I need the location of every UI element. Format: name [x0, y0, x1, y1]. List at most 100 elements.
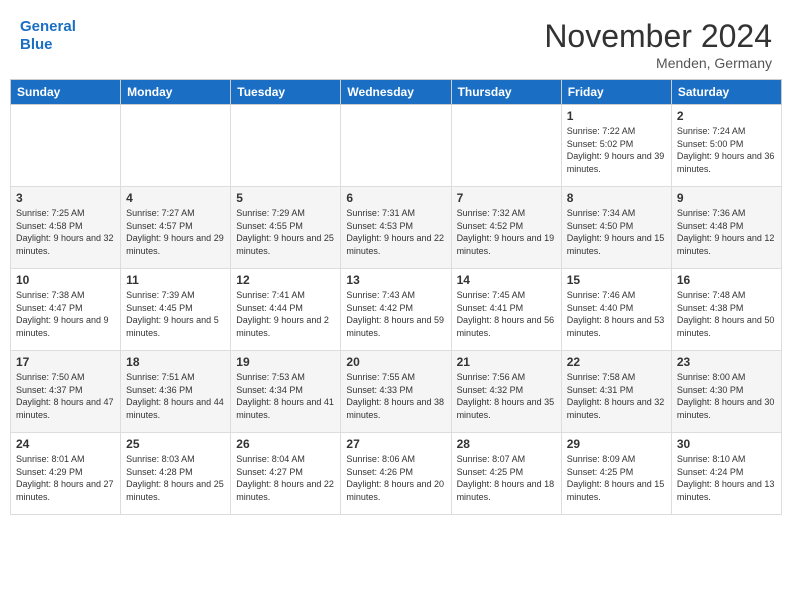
day-number: 5	[236, 191, 335, 205]
calendar-cell	[11, 105, 121, 187]
calendar-cell: 21 Sunrise: 7:56 AM Sunset: 4:32 PM Dayli…	[451, 351, 561, 433]
day-info: Sunrise: 8:00 AM Sunset: 4:30 PM Dayligh…	[677, 371, 776, 421]
calendar-cell: 11Sunrise: 7:39 AM Sunset: 4:45 PM Dayli…	[121, 269, 231, 351]
calendar-week-row: 24Sunrise: 8:01 AM Sunset: 4:29 PM Dayli…	[11, 433, 782, 515]
day-info: Sunrise: 7:41 AM Sunset: 4:44 PM Dayligh…	[236, 289, 335, 339]
day-info: Sunrise: 7:56 AM Sunset: 4:32 PM Dayligh…	[457, 371, 556, 421]
day-info: Sunrise: 7:43 AM Sunset: 4:42 PM Dayligh…	[346, 289, 445, 339]
day-number: 18	[126, 355, 225, 369]
day-info: Sunrise: 7:38 AM Sunset: 4:47 PM Dayligh…	[16, 289, 115, 339]
day-number: 19	[236, 355, 335, 369]
calendar-week-row: 17 Sunrise: 7:50 AM Sunset: 4:37 PM Dayli…	[11, 351, 782, 433]
col-tuesday: Tuesday	[231, 80, 341, 105]
calendar-cell: 18 Sunrise: 7:51 AM Sunset: 4:36 PM Dayli…	[121, 351, 231, 433]
day-number: 17	[16, 355, 115, 369]
calendar-cell: 2Sunrise: 7:24 AM Sunset: 5:00 PM Daylig…	[671, 105, 781, 187]
calendar-cell: 28 Sunrise: 8:07 AM Sunset: 4:25 PM Dayli…	[451, 433, 561, 515]
day-info: Sunrise: 8:09 AM Sunset: 4:25 PM Dayligh…	[567, 453, 666, 503]
day-info: Sunrise: 7:55 AM Sunset: 4:33 PM Dayligh…	[346, 371, 445, 421]
day-number: 13	[346, 273, 445, 287]
calendar-cell: 10 Sunrise: 7:38 AM Sunset: 4:47 PM Dayli…	[11, 269, 121, 351]
day-number: 15	[567, 273, 666, 287]
calendar-cell: 25 Sunrise: 8:03 AM Sunset: 4:28 PM Dayli…	[121, 433, 231, 515]
calendar-cell: 20Sunrise: 7:55 AM Sunset: 4:33 PM Dayli…	[341, 351, 451, 433]
calendar-cell: 16Sunrise: 7:48 AM Sunset: 4:38 PM Dayli…	[671, 269, 781, 351]
day-number: 23	[677, 355, 776, 369]
day-info: Sunrise: 8:06 AM Sunset: 4:26 PM Dayligh…	[346, 453, 445, 503]
day-number: 27	[346, 437, 445, 451]
day-info: Sunrise: 7:34 AM Sunset: 4:50 PM Dayligh…	[567, 207, 666, 257]
day-number: 6	[346, 191, 445, 205]
title-block: November 2024 Menden, Germany	[544, 18, 772, 71]
day-number: 21	[457, 355, 556, 369]
day-info: Sunrise: 7:50 AM Sunset: 4:37 PM Dayligh…	[16, 371, 115, 421]
calendar-cell: 1 Sunrise: 7:22 AM Sunset: 5:02 PM Daylig…	[561, 105, 671, 187]
col-wednesday: Wednesday	[341, 80, 451, 105]
calendar-week-row: 3Sunrise: 7:25 AM Sunset: 4:58 PM Daylig…	[11, 187, 782, 269]
calendar-header: Sunday Monday Tuesday Wednesday Thursday…	[11, 80, 782, 105]
calendar-cell: 5 Sunrise: 7:29 AM Sunset: 4:55 PM Daylig…	[231, 187, 341, 269]
day-info: Sunrise: 7:22 AM Sunset: 5:02 PM Dayligh…	[567, 125, 666, 175]
calendar-cell: 22Sunrise: 7:58 AM Sunset: 4:31 PM Dayli…	[561, 351, 671, 433]
calendar-cell: 14Sunrise: 7:45 AM Sunset: 4:41 PM Dayli…	[451, 269, 561, 351]
day-number: 30	[677, 437, 776, 451]
day-info: Sunrise: 8:03 AM Sunset: 4:28 PM Dayligh…	[126, 453, 225, 503]
day-info: Sunrise: 7:25 AM Sunset: 4:58 PM Dayligh…	[16, 207, 115, 257]
day-info: Sunrise: 8:07 AM Sunset: 4:25 PM Dayligh…	[457, 453, 556, 503]
calendar-cell	[231, 105, 341, 187]
location: Menden, Germany	[544, 55, 772, 71]
day-info: Sunrise: 8:04 AM Sunset: 4:27 PM Dayligh…	[236, 453, 335, 503]
day-info: Sunrise: 7:27 AM Sunset: 4:57 PM Dayligh…	[126, 207, 225, 257]
day-number: 25	[126, 437, 225, 451]
calendar-cell	[341, 105, 451, 187]
logo-text: General Blue	[20, 18, 76, 54]
month-title: November 2024	[544, 18, 772, 55]
day-number: 22	[567, 355, 666, 369]
day-info: Sunrise: 7:53 AM Sunset: 4:34 PM Dayligh…	[236, 371, 335, 421]
day-number: 28	[457, 437, 556, 451]
calendar-cell: 7 Sunrise: 7:32 AM Sunset: 4:52 PM Daylig…	[451, 187, 561, 269]
calendar-body: 1 Sunrise: 7:22 AM Sunset: 5:02 PM Daylig…	[11, 105, 782, 515]
day-info: Sunrise: 7:24 AM Sunset: 5:00 PM Dayligh…	[677, 125, 776, 175]
page: General Blue General Blue November 2024 …	[0, 0, 792, 612]
day-number: 7	[457, 191, 556, 205]
day-info: Sunrise: 7:29 AM Sunset: 4:55 PM Dayligh…	[236, 207, 335, 257]
calendar-cell	[121, 105, 231, 187]
col-thursday: Thursday	[451, 80, 561, 105]
calendar-cell: 15 Sunrise: 7:46 AM Sunset: 4:40 PM Dayli…	[561, 269, 671, 351]
day-number: 11	[126, 273, 225, 287]
calendar-cell: 12Sunrise: 7:41 AM Sunset: 4:44 PM Dayli…	[231, 269, 341, 351]
day-number: 26	[236, 437, 335, 451]
day-info: Sunrise: 7:51 AM Sunset: 4:36 PM Dayligh…	[126, 371, 225, 421]
calendar-table: Sunday Monday Tuesday Wednesday Thursday…	[10, 79, 782, 515]
day-number: 1	[567, 109, 666, 123]
logo: General Blue General Blue	[20, 18, 76, 54]
col-sunday: Sunday	[11, 80, 121, 105]
col-monday: Monday	[121, 80, 231, 105]
calendar-cell: 4Sunrise: 7:27 AM Sunset: 4:57 PM Daylig…	[121, 187, 231, 269]
col-saturday: Saturday	[671, 80, 781, 105]
calendar-wrap: Sunday Monday Tuesday Wednesday Thursday…	[0, 79, 792, 525]
day-info: Sunrise: 7:32 AM Sunset: 4:52 PM Dayligh…	[457, 207, 556, 257]
day-number: 14	[457, 273, 556, 287]
calendar-cell: 23 Sunrise: 8:00 AM Sunset: 4:30 PM Dayli…	[671, 351, 781, 433]
day-info: Sunrise: 7:31 AM Sunset: 4:53 PM Dayligh…	[346, 207, 445, 257]
calendar-cell: 6 Sunrise: 7:31 AM Sunset: 4:53 PM Daylig…	[341, 187, 451, 269]
calendar-cell: 26 Sunrise: 8:04 AM Sunset: 4:27 PM Dayli…	[231, 433, 341, 515]
day-number: 29	[567, 437, 666, 451]
calendar-week-row: 10 Sunrise: 7:38 AM Sunset: 4:47 PM Dayli…	[11, 269, 782, 351]
day-number: 24	[16, 437, 115, 451]
day-info: Sunrise: 7:46 AM Sunset: 4:40 PM Dayligh…	[567, 289, 666, 339]
calendar-cell: 3Sunrise: 7:25 AM Sunset: 4:58 PM Daylig…	[11, 187, 121, 269]
calendar-cell: 8 Sunrise: 7:34 AM Sunset: 4:50 PM Daylig…	[561, 187, 671, 269]
calendar-cell: 30Sunrise: 8:10 AM Sunset: 4:24 PM Dayli…	[671, 433, 781, 515]
calendar-cell: 17 Sunrise: 7:50 AM Sunset: 4:37 PM Dayli…	[11, 351, 121, 433]
calendar-cell: 13 Sunrise: 7:43 AM Sunset: 4:42 PM Dayli…	[341, 269, 451, 351]
day-number: 16	[677, 273, 776, 287]
calendar-week-row: 1 Sunrise: 7:22 AM Sunset: 5:02 PM Daylig…	[11, 105, 782, 187]
calendar-cell: 27 Sunrise: 8:06 AM Sunset: 4:26 PM Dayli…	[341, 433, 451, 515]
col-friday: Friday	[561, 80, 671, 105]
header: General Blue General Blue November 2024 …	[0, 0, 792, 79]
day-number: 10	[16, 273, 115, 287]
day-number: 8	[567, 191, 666, 205]
